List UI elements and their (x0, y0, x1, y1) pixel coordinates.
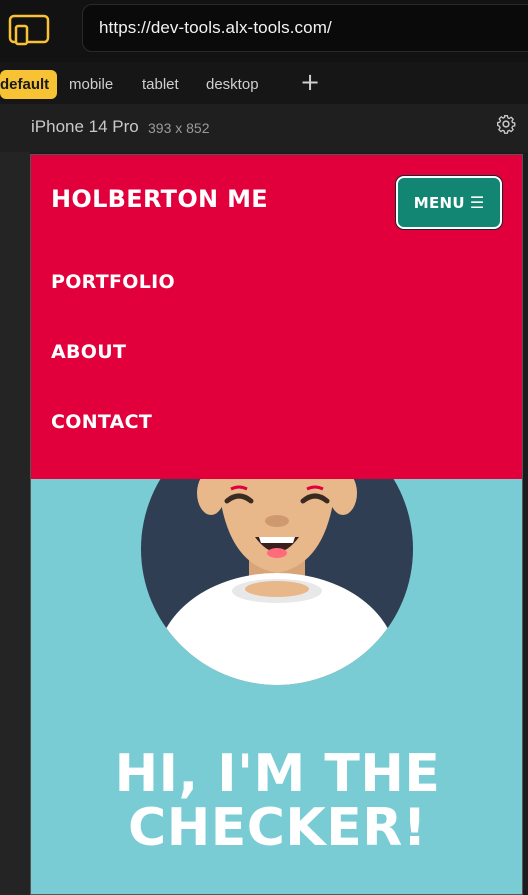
add-tab-button[interactable]: + (300, 67, 320, 97)
tab-mobile[interactable]: mobile (69, 70, 113, 99)
gear-icon[interactable] (496, 114, 516, 134)
nav-link-contact[interactable]: CONTACT (51, 411, 152, 433)
hero-title-line2: CHECKER! (128, 798, 427, 858)
url-text: https://dev-tools.alx-tools.com/ (99, 18, 332, 37)
device-info-bar: iPhone 14 Pro 393 x 852 (0, 104, 528, 152)
device-toggle-button[interactable] (0, 9, 58, 49)
url-bar[interactable]: https://dev-tools.alx-tools.com/ (82, 4, 528, 52)
tab-default-label: default (0, 76, 50, 93)
menu-button[interactable]: MENU ☰ (396, 176, 502, 229)
tab-tablet-label: tablet (142, 76, 179, 93)
site-navigation: HOLBERTON ME MENU ☰ PORTFOLIO ABOUT CONT… (31, 155, 522, 479)
tab-mobile-label: mobile (69, 76, 114, 93)
tab-default[interactable]: default (0, 70, 58, 99)
site-brand[interactable]: HOLBERTON ME (51, 185, 268, 213)
tab-tablet[interactable]: tablet (142, 70, 179, 99)
nav-link-portfolio[interactable]: PORTFOLIO (51, 271, 175, 293)
hero-title-line1: HI, I'M THE (114, 744, 441, 804)
responsive-device-icon (8, 14, 50, 46)
browser-toolbar: https://dev-tools.alx-tools.com/ (0, 0, 528, 62)
left-gutter (0, 152, 30, 895)
tab-desktop[interactable]: desktop (206, 70, 259, 99)
device-viewport: HI, I'M THE CHECKER! HOLBERTON ME MENU ☰… (30, 154, 523, 895)
device-dimensions: 393 x 852 (148, 120, 210, 136)
device-name: iPhone 14 Pro (31, 117, 139, 136)
menu-button-label: MENU (413, 193, 465, 212)
hamburger-icon: ☰ (469, 193, 485, 212)
viewport-tabs: default mobile tablet desktop + (0, 62, 528, 104)
tab-desktop-label: desktop (206, 76, 259, 93)
nav-link-about[interactable]: ABOUT (51, 341, 126, 363)
hero-title: HI, I'M THE CHECKER! (31, 744, 522, 858)
